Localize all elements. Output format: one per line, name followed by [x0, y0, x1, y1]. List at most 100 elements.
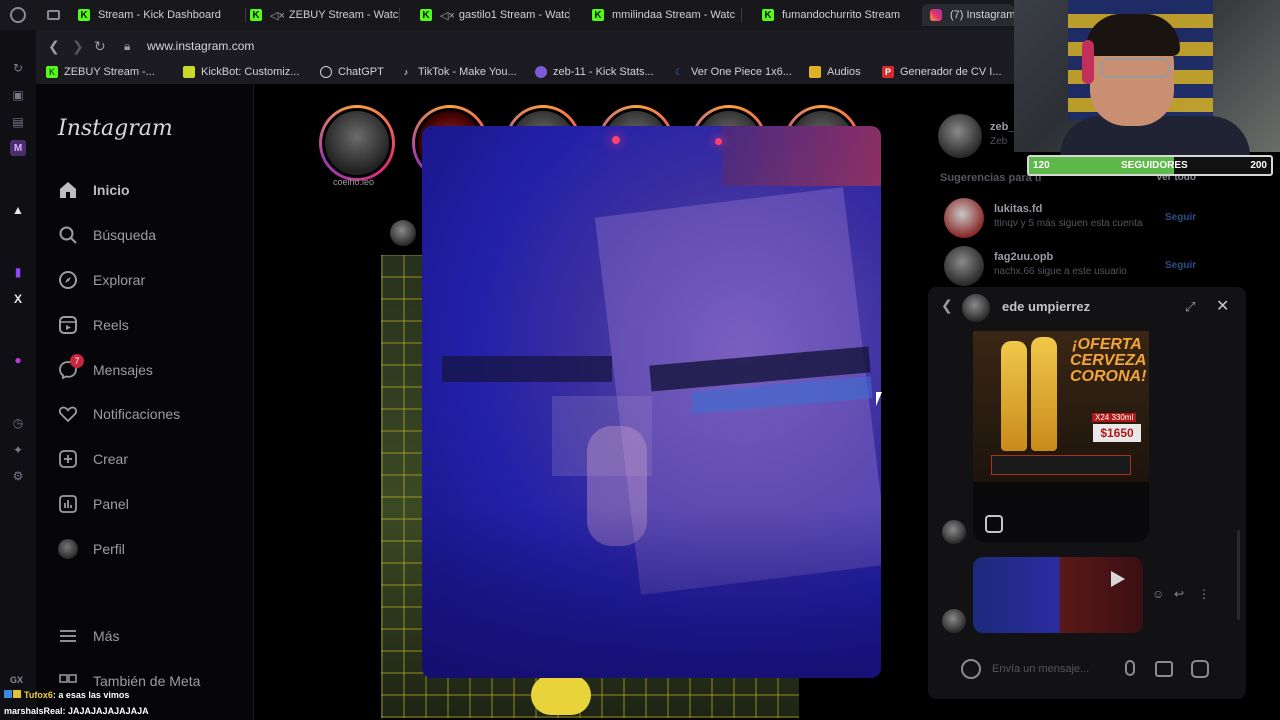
follow-button[interactable]: Seguir	[1165, 260, 1196, 271]
player-icon[interactable]: ●	[10, 352, 26, 368]
tab-zebuy-stream[interactable]: K ◁× ZEBUY Stream - Watc	[250, 4, 400, 26]
muted-icon[interactable]: ◁×	[440, 9, 455, 22]
reply-icon[interactable]: ↩	[1174, 587, 1184, 601]
tab-instagram[interactable]: (7) Instagram	[922, 4, 1014, 26]
kick-icon: K	[592, 9, 604, 21]
suggestion-username[interactable]: fag2uu.opb	[994, 251, 1053, 263]
nav-reels[interactable]: Reels	[58, 312, 129, 338]
story-viewer[interactable]	[422, 126, 881, 678]
url-field[interactable]: www.instagram.com	[147, 39, 254, 53]
forward-icon[interactable]: ❯	[72, 38, 84, 55]
bookmark-kickbot[interactable]: KickBot: Customiz...	[183, 66, 299, 78]
streamer-hair	[1086, 14, 1180, 56]
bookmark-zeb-stats[interactable]: zeb-11 - Kick Stats...	[535, 66, 654, 78]
suggestion-avatar[interactable]	[944, 198, 984, 238]
follow-button[interactable]: Seguir	[1165, 212, 1196, 223]
profile-avatar	[58, 539, 78, 559]
expand-icon[interactable]: ⤢	[1185, 299, 1195, 315]
close-icon[interactable]: ✕	[1216, 296, 1229, 316]
shared-reel-thumbnail[interactable]	[973, 557, 1143, 633]
bookmark-tiktok[interactable]: ♪ TikTok - Make You...	[400, 66, 517, 78]
tab-gastilo1-stream[interactable]: K ◁× gastilo1 Stream - Watc	[420, 4, 570, 26]
sticker-icon[interactable]	[1191, 660, 1209, 678]
nav-explore[interactable]: Explorar	[58, 267, 145, 293]
reels-icon	[58, 315, 78, 335]
chat-scrollbar[interactable]	[1237, 530, 1240, 620]
nav-create[interactable]: Crear	[58, 446, 128, 472]
mouse-cursor	[876, 392, 882, 406]
search-icon	[58, 225, 78, 245]
bookmark-one-piece[interactable]: ☾ Ver One Piece 1x6...	[673, 66, 792, 78]
kickstats-icon	[535, 66, 547, 78]
tiktok-icon: ♪	[403, 67, 409, 77]
messenger-icon: 7	[58, 354, 84, 380]
arrow-app-icon[interactable]: ▲	[10, 202, 26, 218]
tab-kick-dashboard[interactable]: K Stream - Kick Dashboard	[78, 4, 246, 26]
react-emoji-icon[interactable]: ☺	[1152, 587, 1164, 601]
own-profile-avatar[interactable]	[938, 114, 982, 158]
lock-icon: 🔒︎	[124, 39, 131, 53]
stage-light	[715, 138, 722, 145]
follower-goal-label: SEGUIDORES	[1121, 160, 1188, 171]
settings-icon[interactable]: ⚙	[10, 468, 26, 484]
twitch-icon[interactable]: ▮	[10, 264, 26, 280]
bookmark-audios[interactable]: Audios	[809, 66, 861, 78]
instagram-icon	[930, 9, 942, 21]
image-icon[interactable]	[1155, 661, 1173, 677]
chat-username: marshalsReal	[4, 706, 63, 716]
workspaces-icon[interactable]	[47, 10, 60, 20]
tab-mmilindaa-stream[interactable]: Kmmilindaa Stream - Watc	[592, 4, 742, 26]
emoji-icon[interactable]	[961, 659, 981, 679]
menu-icon	[58, 626, 78, 646]
follower-current: 120	[1033, 160, 1050, 171]
instagram-logo[interactable]: Instagram	[58, 116, 173, 141]
headset	[1082, 40, 1094, 84]
suggestion-avatar[interactable]	[944, 246, 984, 286]
x-icon[interactable]: X	[10, 291, 26, 307]
own-username[interactable]: zeb_	[990, 121, 1014, 133]
bookmark-chatgpt[interactable]: ChatGPT	[320, 66, 384, 78]
gx-label: GX	[10, 675, 24, 685]
kick-icon: K	[46, 66, 58, 78]
tab-fumandochurrito-stream[interactable]: Kfumandochurrito Stream	[762, 4, 912, 26]
play-icon[interactable]	[1111, 571, 1125, 587]
suggestion-username[interactable]: lukitas.fd	[994, 203, 1042, 215]
browser-menu-icon[interactable]	[10, 7, 26, 23]
chat-contact-avatar[interactable]	[962, 294, 990, 322]
crescent-icon: ☾	[674, 67, 684, 77]
nav-notifications[interactable]: Notificaciones	[58, 401, 180, 427]
nav-panel[interactable]: Panel	[58, 491, 129, 517]
bookmark-cv-generator[interactable]: P Generador de CV I...	[882, 66, 1002, 78]
nav-more[interactable]: Más	[58, 623, 119, 649]
story-coelho-leo[interactable]	[319, 105, 395, 181]
nav-home[interactable]: Inicio	[58, 177, 130, 203]
back-icon[interactable]: ❮	[48, 38, 60, 55]
extensions-icon[interactable]: ✦	[10, 442, 26, 458]
kick-icon: K	[420, 9, 432, 21]
m-app-icon[interactable]: M	[10, 140, 26, 156]
message-input[interactable]: Envía un mensaje...	[992, 663, 1089, 675]
promo-price: $1650	[1093, 424, 1141, 442]
bag-icon[interactable]: ▣	[10, 87, 26, 103]
chat-back-icon[interactable]: ❮	[941, 297, 953, 314]
speed-dial-icon[interactable]: ↻	[10, 60, 26, 76]
kick-icon: K	[250, 9, 262, 21]
bookmark-zebuy[interactable]: K ZEBUY Stream -...	[46, 66, 155, 78]
history-icon[interactable]: ◷	[10, 415, 26, 431]
notes-icon[interactable]: ▤	[10, 114, 26, 130]
plus-square-icon	[58, 449, 78, 469]
reload-icon[interactable]: ↻	[94, 38, 106, 55]
reel-icon[interactable]	[985, 515, 1003, 533]
heart-icon	[58, 404, 78, 424]
nav-messages[interactable]: 7 Mensajes	[58, 354, 153, 383]
badge-icon	[13, 690, 21, 698]
nav-search[interactable]: Búsqueda	[58, 222, 156, 248]
chat-contact-name[interactable]: ede umpierrez	[1002, 299, 1090, 314]
muted-icon[interactable]: ◁×	[270, 9, 285, 22]
own-name: Zeb	[990, 136, 1008, 147]
nav-profile[interactable]: Perfil	[58, 536, 125, 562]
post-author-avatar[interactable]	[390, 220, 416, 246]
chat-text: : a esas las vimos	[52, 690, 130, 700]
microphone-icon[interactable]	[1125, 660, 1135, 676]
more-options-icon[interactable]: ⋮	[1198, 587, 1210, 601]
